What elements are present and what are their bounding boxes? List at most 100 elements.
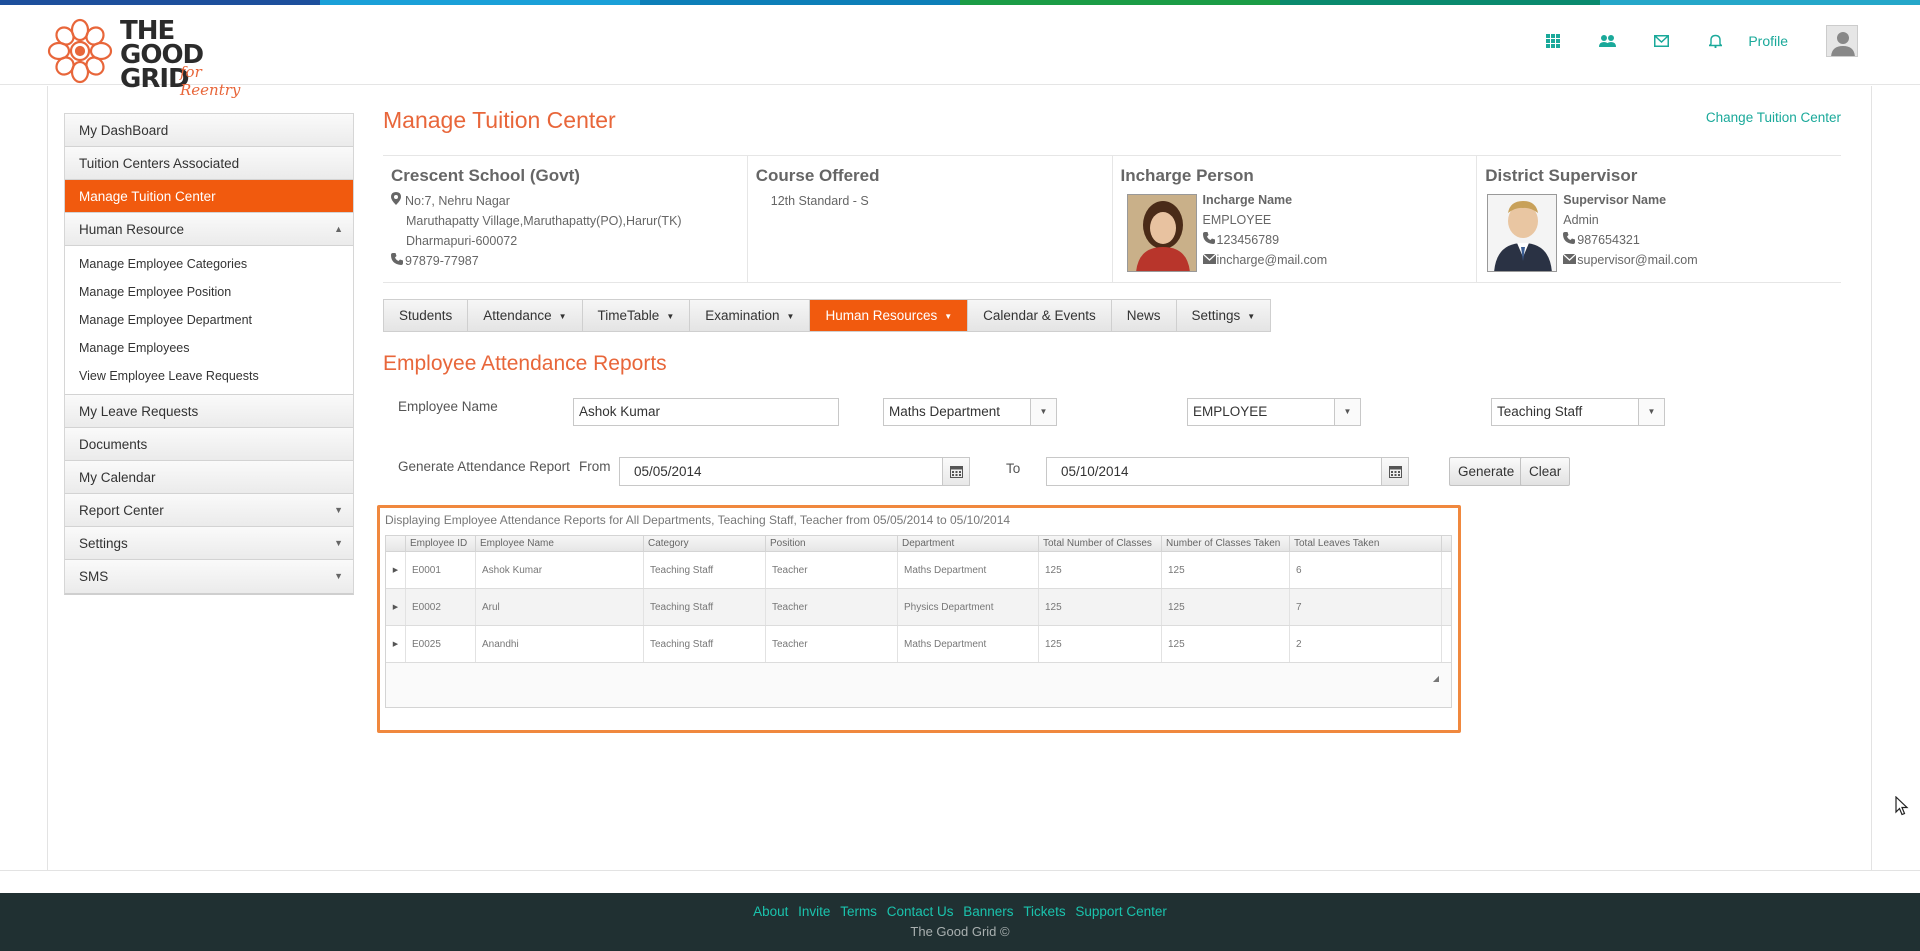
footer-link-invite[interactable]: Invite (798, 904, 830, 919)
tab-human-resources[interactable]: Human Resources ▼ (810, 300, 969, 331)
footer-link-terms[interactable]: Terms (840, 904, 877, 919)
grid-header-cell[interactable]: Total Number of Classes (1039, 536, 1162, 551)
sidebar-subitem-employee-categories[interactable]: Manage Employee Categories (65, 250, 353, 278)
expand-row-icon[interactable]: ▶ (386, 626, 406, 662)
sidebar-item-sms[interactable]: SMS ▼ (65, 560, 353, 593)
phone-icon (1202, 230, 1217, 250)
tab-settings[interactable]: Settings ▼ (1176, 300, 1271, 331)
expand-row-icon[interactable]: ▶ (386, 552, 406, 588)
grid-header-cell[interactable]: Position (766, 536, 898, 551)
avatar[interactable] (1826, 25, 1858, 57)
staff-type-select-value: Teaching Staff (1497, 404, 1583, 419)
supervisor-title: District Supervisor (1485, 166, 1638, 185)
supervisor-email[interactable]: supervisor@mail.com (1577, 253, 1697, 267)
caret-down-icon: ▼ (666, 311, 675, 321)
change-tuition-center-link[interactable]: Change Tuition Center (1706, 110, 1841, 125)
footer-link-banners[interactable]: Banners (963, 904, 1013, 919)
sidebar-item-documents[interactable]: Documents (65, 428, 353, 461)
employee-name-input[interactable]: Ashok Kumar (573, 398, 839, 426)
top-nav: Profile (1526, 25, 1858, 57)
department-select[interactable]: Maths Department ▼ (883, 398, 1057, 426)
table-row[interactable]: ▶ E0001 Ashok Kumar Teaching Staff Teach… (386, 552, 1451, 589)
tab-label: News (1126, 308, 1161, 323)
expand-row-icon[interactable]: ▶ (386, 589, 406, 625)
caret-down-icon: ▼ (1334, 399, 1360, 425)
incharge-title: Incharge Person (1120, 166, 1254, 185)
footer-link-support-center[interactable]: Support Center (1075, 904, 1167, 919)
to-date-input[interactable]: 05/10/2014 (1046, 457, 1409, 486)
sidebar-item-my-calendar[interactable]: My Calendar (65, 461, 353, 494)
footer-link-about[interactable]: About (753, 904, 788, 919)
sidebar-subitem-employees[interactable]: Manage Employees (65, 334, 353, 362)
generate-report-label: Generate Attendance Report (398, 459, 570, 474)
module-tabs: Students Attendance ▼ TimeTable ▼ Examinat… (383, 299, 1272, 332)
footer-link-tickets[interactable]: Tickets (1023, 904, 1065, 919)
tab-examination[interactable]: Examination ▼ (690, 300, 811, 331)
sidebar-item-label: My DashBoard (79, 123, 169, 138)
grid-cell: Maths Department (898, 552, 1039, 588)
tab-timetable[interactable]: TimeTable ▼ (582, 300, 691, 331)
resize-handle-icon[interactable]: ◢ (1433, 674, 1439, 683)
calendar-icon[interactable] (1381, 458, 1408, 485)
sidebar-item-settings[interactable]: Settings ▼ (65, 527, 353, 560)
from-date-input[interactable]: 05/05/2014 (619, 457, 970, 486)
grid-header-expander (386, 536, 406, 551)
sidebar-item-dashboard[interactable]: My DashBoard (65, 114, 353, 147)
grid-header-cell[interactable]: Employee Name (476, 536, 644, 551)
logo[interactable]: THE GOOD GRID for Reentry (46, 13, 266, 99)
sidebar-item-report-center[interactable]: Report Center ▼ (65, 494, 353, 527)
table-row[interactable]: ▶ E0025 Anandhi Teaching Staff Teacher M… (386, 626, 1451, 663)
sidebar-item-tuition-centers[interactable]: Tuition Centers Associated (65, 147, 353, 180)
sidebar-subitem-employee-position[interactable]: Manage Employee Position (65, 278, 353, 306)
grid-cell: Anandhi (476, 626, 644, 662)
grid-cell: 6 (1290, 552, 1442, 588)
table-row[interactable]: ▶ E0002 Arul Teaching Staff Teacher Phys… (386, 589, 1451, 626)
incharge-name: Incharge Name (1202, 193, 1293, 207)
sidebar-item-human-resource[interactable]: Human Resource ▲ (65, 213, 353, 246)
incharge-details: Incharge Name EMPLOYEE 123456789 incharg… (1202, 190, 1328, 270)
tab-label: Human Resources (825, 308, 938, 323)
tab-students[interactable]: Students (384, 300, 469, 331)
sidebar-subitem-leave-requests[interactable]: View Employee Leave Requests (65, 362, 353, 390)
calendar-icon[interactable] (942, 458, 969, 485)
footer-link-contact-us[interactable]: Contact Us (887, 904, 954, 919)
profile-link[interactable]: Profile (1748, 33, 1788, 49)
grid-header-cell[interactable]: Total Leaves Taken (1290, 536, 1442, 551)
sidebar-item-label: Settings (79, 536, 128, 551)
generate-button[interactable]: Generate (1449, 457, 1524, 486)
tab-attendance[interactable]: Attendance ▼ (468, 300, 583, 331)
caret-down-icon: ▼ (1638, 399, 1664, 425)
grid-cell: Physics Department (898, 589, 1039, 625)
grid-cell: E0025 (406, 626, 476, 662)
sidebar-item-manage-tuition-center[interactable]: Manage Tuition Center (65, 180, 353, 213)
sidebar-item-label: SMS (79, 569, 109, 584)
attendance-grid: Employee ID Employee Name Category Posit… (385, 535, 1452, 708)
content-frame-left (47, 86, 48, 870)
grid-header-cell[interactable]: Category (644, 536, 766, 551)
school-address-line: No:7, Nehru Nagar (405, 194, 510, 208)
caret-down-icon: ▼ (944, 311, 953, 321)
category-select[interactable]: EMPLOYEE ▼ (1187, 398, 1361, 426)
grid-cell: Maths Department (898, 626, 1039, 662)
tab-label: Calendar & Events (983, 308, 1096, 323)
clear-button[interactable]: Clear (1520, 457, 1571, 486)
bell-icon[interactable] (1688, 25, 1742, 57)
sidebar-submenu-human-resource: Manage Employee Categories Manage Employ… (65, 246, 353, 395)
supervisor-photo (1487, 194, 1558, 272)
course-title: Course Offered (755, 166, 880, 185)
grid-header-cell[interactable]: Employee ID (406, 536, 476, 551)
staff-type-select[interactable]: Teaching Staff ▼ (1491, 398, 1665, 426)
grid-header-cell[interactable]: Number of Classes Taken (1162, 536, 1290, 551)
mail-icon[interactable] (1634, 25, 1688, 57)
school-address-line: Maruthapatty Village,Maruthapatty(PO),Ha… (406, 214, 682, 228)
incharge-email[interactable]: incharge@mail.com (1217, 253, 1328, 267)
grid-header-cell[interactable]: Department (898, 536, 1039, 551)
users-icon[interactable] (1580, 25, 1634, 57)
tab-news[interactable]: News (1111, 300, 1177, 331)
tab-label: TimeTable (597, 308, 660, 323)
grid-icon[interactable] (1526, 25, 1580, 57)
department-select-value: Maths Department (889, 404, 1001, 419)
sidebar-subitem-employee-department[interactable]: Manage Employee Department (65, 306, 353, 334)
tab-calendar-events[interactable]: Calendar & Events (968, 300, 1112, 331)
sidebar-item-my-leave-requests[interactable]: My Leave Requests (65, 395, 353, 428)
